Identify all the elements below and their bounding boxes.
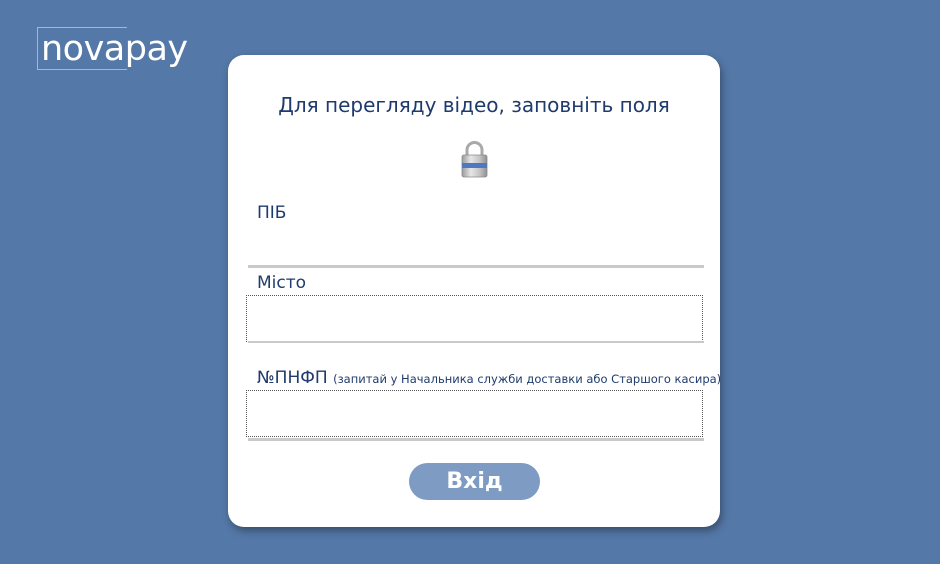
form-title: Для перегляду відео, заповніть поля bbox=[278, 93, 670, 117]
pib-label: ПІБ bbox=[257, 203, 287, 223]
city-input[interactable] bbox=[246, 295, 703, 342]
city-label: Місто bbox=[257, 273, 307, 293]
pnfp-label-row: №ПНФП (запитай у Начальника служби доста… bbox=[257, 368, 721, 388]
pib-field-underline bbox=[248, 265, 704, 268]
login-card: Для перегляду відео, заповніть поля ПІБ … bbox=[228, 55, 721, 527]
pnfp-label: №ПНФП bbox=[257, 368, 328, 388]
pnfp-input[interactable] bbox=[246, 390, 703, 437]
city-field-underline bbox=[248, 341, 704, 343]
pnfp-field-underline bbox=[248, 438, 704, 441]
pnfp-hint: (запитай у Начальника служби доставки аб… bbox=[333, 372, 722, 386]
novapay-logo: novapay bbox=[41, 29, 188, 69]
login-button[interactable]: Вхід bbox=[409, 463, 540, 500]
lock-icon bbox=[461, 141, 488, 178]
